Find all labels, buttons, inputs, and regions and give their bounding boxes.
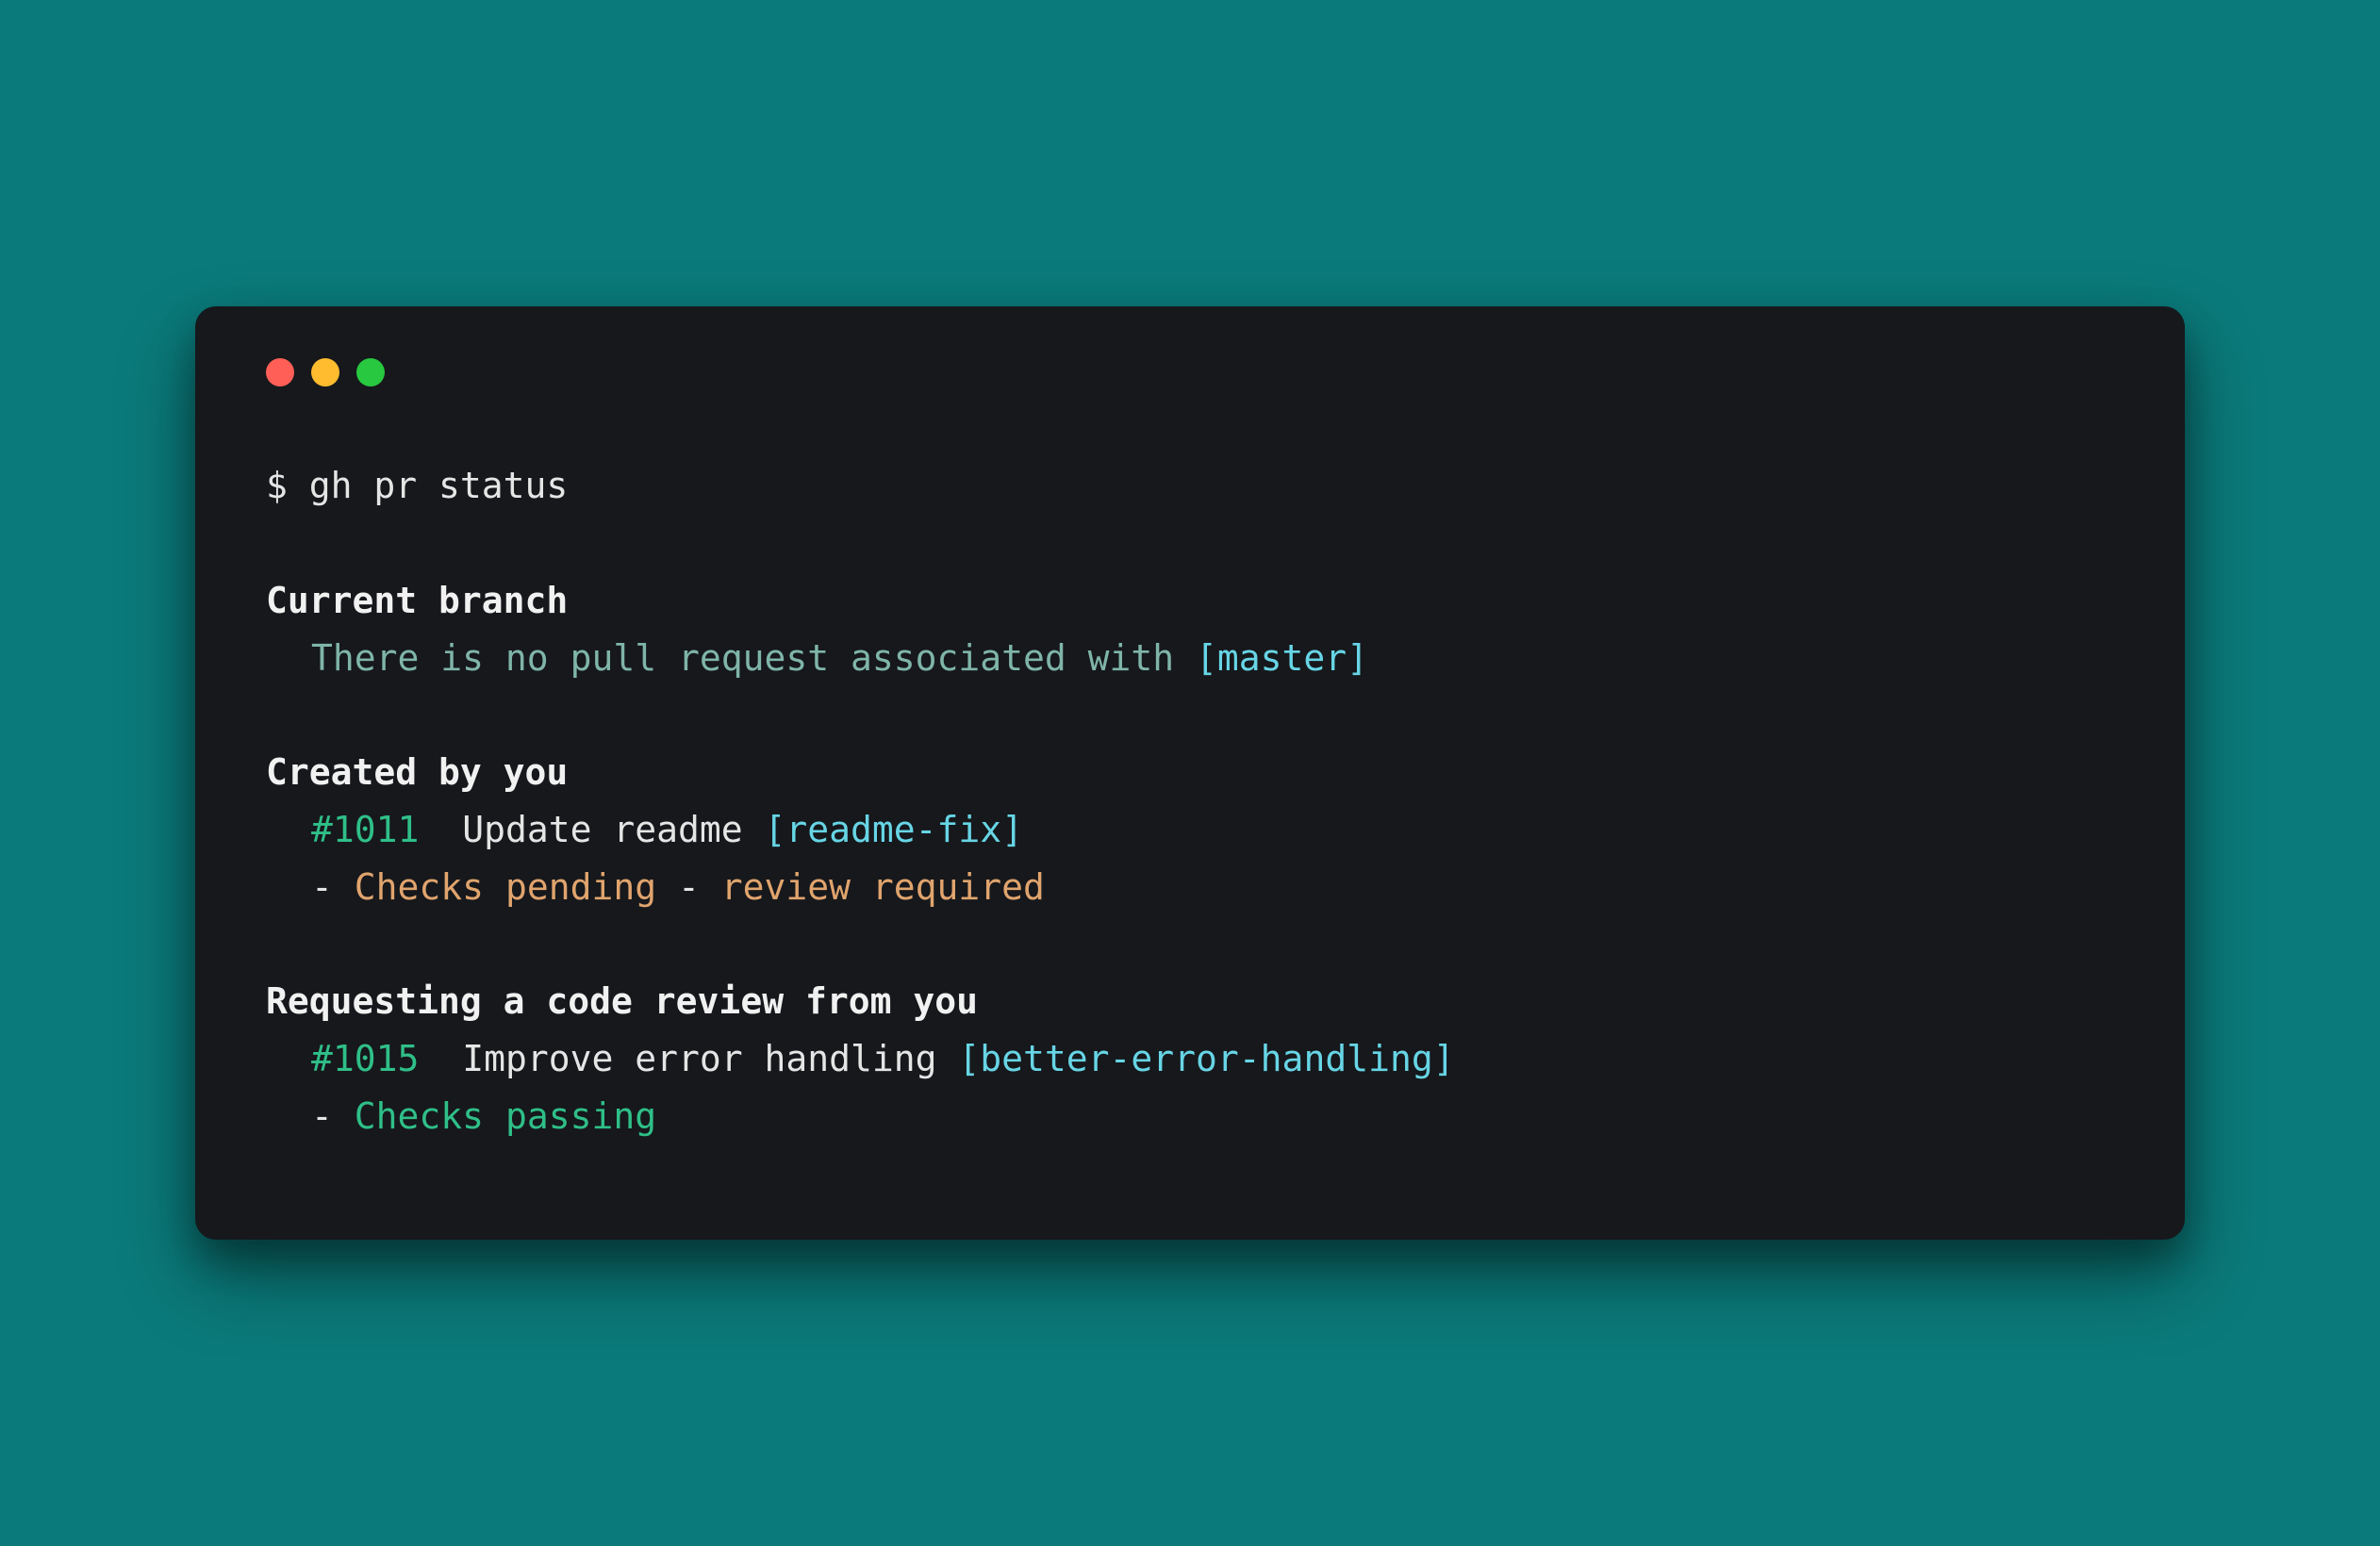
pr-gap — [419, 1038, 462, 1079]
pr-title: Improve error handling — [462, 1038, 958, 1079]
pr-status-1015: - Checks passing — [266, 1088, 2114, 1145]
terminal-window: $ gh pr status Current branch There is n… — [195, 306, 2185, 1240]
prompt-symbol: $ — [266, 465, 309, 506]
checks-status: Checks passing — [355, 1095, 656, 1137]
pr-number: #1015 — [311, 1038, 419, 1079]
close-icon[interactable] — [266, 358, 294, 386]
window-controls — [266, 358, 2114, 386]
pr-number: #1011 — [311, 809, 419, 850]
current-branch-message: There is no pull request associated with… — [266, 630, 2114, 687]
zoom-icon[interactable] — [356, 358, 385, 386]
bullet: - — [656, 866, 721, 908]
branch-message-text: There is no pull request associated with — [311, 637, 1196, 679]
pr-branch: [better-error-handling] — [958, 1038, 1454, 1079]
pr-branch: [readme-fix] — [764, 809, 1023, 850]
checks-status: Checks pending — [355, 866, 656, 908]
branch-name: [master] — [1196, 637, 1368, 679]
command-line: $ gh pr status — [266, 457, 2114, 515]
section-heading-created-by-you: Created by you — [266, 744, 2114, 801]
pr-row-1015: #1015 Improve error handling [better-err… — [266, 1030, 2114, 1088]
pr-row-1011: #1011 Update readme [readme-fix] — [266, 801, 2114, 859]
pr-title: Update readme — [462, 809, 764, 850]
bullet: - — [311, 1095, 355, 1137]
section-heading-current-branch: Current branch — [266, 572, 2114, 630]
section-heading-requesting-review: Requesting a code review from you — [266, 973, 2114, 1030]
review-status: review required — [721, 866, 1045, 908]
pr-status-1011: - Checks pending - review required — [266, 859, 2114, 916]
pr-gap — [419, 809, 462, 850]
bullet: - — [311, 866, 355, 908]
minimize-icon[interactable] — [311, 358, 339, 386]
command-text: gh pr status — [309, 465, 569, 506]
terminal-content: $ gh pr status Current branch There is n… — [266, 457, 2114, 1145]
